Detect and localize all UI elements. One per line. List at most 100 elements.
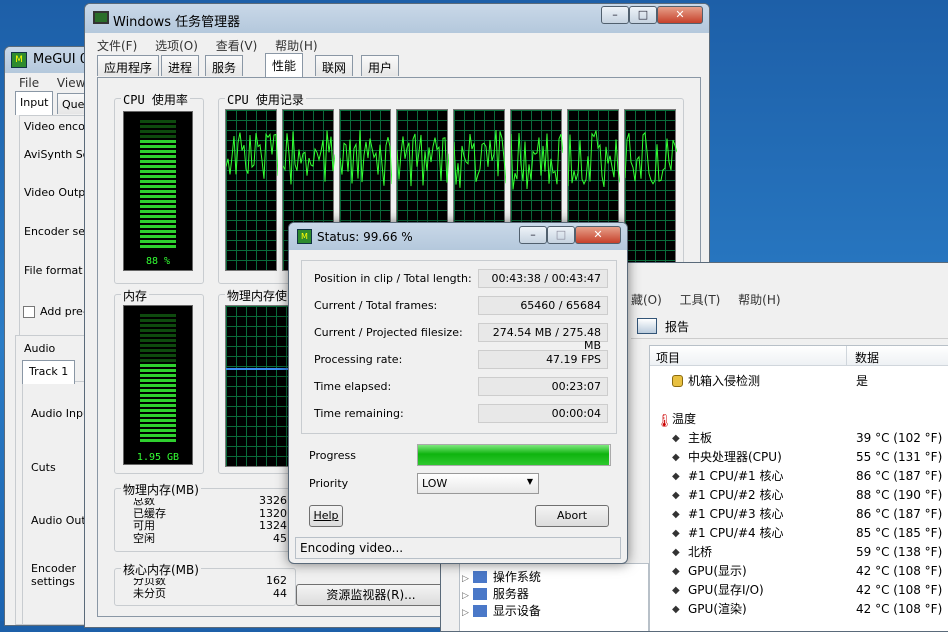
meter-segment	[140, 180, 176, 183]
kernel-memory-title: 核心内存(MB)	[121, 561, 201, 578]
tab-applications[interactable]: 应用程序	[97, 55, 160, 76]
meter-segment	[140, 125, 176, 128]
status-close-button[interactable]: ✕	[575, 226, 621, 244]
sensor-row[interactable]: ◆ 中央处理器(CPU) 55 °C (131 °F)	[650, 448, 948, 467]
cpu-history-label: CPU 使用记录	[225, 91, 306, 108]
sensor-row[interactable]: ◆ #1 CPU/#2 核心 88 °C (190 °F)	[650, 486, 948, 505]
sensor-name: 主板	[688, 431, 713, 445]
sensor-value: 42 °C (108 °F)	[856, 564, 943, 578]
megui-audio-input-label: Audio Inpu	[31, 407, 90, 420]
hw-menu-tools[interactable]: 工具(T)	[680, 293, 721, 307]
column-data-header[interactable]: 数据	[846, 346, 948, 366]
priority-select[interactable]: LOW ▼	[417, 473, 539, 494]
tree-item-label: 服务器	[492, 587, 529, 601]
sensor-row[interactable]: ◆ #1 CPU/#1 核心 86 °C (187 °F)	[650, 467, 948, 486]
monitor-icon	[93, 11, 109, 24]
sensor-row[interactable]: ◆ GPU(显存I/O) 42 °C (108 °F)	[650, 581, 948, 600]
memory-history-label: 物理内存使	[225, 287, 290, 304]
tm-close-button[interactable]: ✕	[657, 6, 703, 24]
resource-monitor-button[interactable]: 资源监视器(R)...	[296, 584, 446, 606]
status-minimize-button[interactable]: –	[519, 226, 547, 244]
tm-menu-options[interactable]: 选项(O)	[155, 39, 198, 53]
megui-add-pre-checkbox[interactable]	[23, 306, 35, 318]
tm-titlebar[interactable]: Windows 任务管理器 – □ ✕	[85, 4, 709, 33]
status-maximize-button[interactable]: □	[547, 226, 575, 244]
tm-minimize-button[interactable]: –	[601, 6, 629, 24]
sensor-row[interactable]: ◆ GPU(渲染) 42 °C (108 °F)	[650, 600, 948, 619]
progress-fill	[418, 445, 610, 465]
sensor-value: 86 °C (187 °F)	[856, 507, 943, 521]
hw-menu-help[interactable]: 帮助(H)	[738, 293, 780, 307]
meter-segment	[140, 185, 176, 188]
meter-segment	[140, 324, 176, 327]
sensor-row[interactable]: ◆ #1 CPU/#4 核心 85 °C (185 °F)	[650, 524, 948, 543]
tm-menu-view[interactable]: 查看(V)	[216, 39, 258, 53]
intrusion-value: 是	[856, 374, 869, 388]
memory-stat-label: 空闲	[133, 531, 155, 545]
meter-segment	[140, 200, 176, 203]
status-field-label: Time remaining:	[314, 407, 404, 420]
sensor-name: #1 CPU/#1 核心	[688, 469, 784, 483]
status-titlebar[interactable]: M Status: 99.66 % – □ ✕	[289, 223, 627, 250]
report-table: 项目 数据 机箱入侵检测 是 🌡 温度 ◆ 主板 39 °C (102 °F) ◆ 中央…	[649, 345, 948, 631]
chip-icon: ◆	[672, 471, 680, 482]
megui-menu-file[interactable]: File	[19, 76, 39, 90]
chip-icon: ◆	[672, 604, 680, 615]
intrusion-name: 机箱入侵检测	[688, 374, 761, 388]
physical-memory-group: 物理内存(MB) 总数 3326 已缓存 1320 可用 1324 空闲 45	[114, 481, 296, 552]
expand-icon: ▷	[462, 591, 469, 601]
chip-icon: ◆	[672, 490, 680, 501]
megui-tab-input[interactable]: Input	[15, 91, 54, 115]
tree-item[interactable]: ▷ 服务器	[462, 585, 529, 602]
megui-video-output-label: Video Outp	[24, 186, 86, 199]
meter-segment	[140, 220, 176, 223]
sensor-row[interactable]: ◆ #1 CPU/#3 核心 86 °C (187 °F)	[650, 505, 948, 524]
sensor-name: 中央处理器(CPU)	[688, 450, 782, 464]
tree-item[interactable]: ▷ 操作系统	[462, 568, 541, 585]
status-dialog: M Status: 99.66 % – □ ✕ Position in clip…	[288, 222, 628, 564]
report-icon[interactable]	[637, 318, 657, 334]
meter-segment	[140, 364, 176, 367]
temperature-header[interactable]: 🌡 温度	[650, 410, 948, 429]
meter-segment	[140, 429, 176, 432]
tab-services[interactable]: 服务	[205, 55, 244, 76]
tm-menu-file[interactable]: 文件(F)	[97, 39, 137, 53]
tm-maximize-button[interactable]: □	[629, 6, 657, 24]
temperature-label: 温度	[672, 412, 697, 426]
tab-performance[interactable]: 性能	[265, 53, 304, 77]
cpu-usage-bar	[140, 120, 176, 250]
tab-networking[interactable]: 联网	[315, 55, 354, 76]
meter-segment	[140, 205, 176, 208]
tm-menu-help[interactable]: 帮助(H)	[275, 39, 317, 53]
sensor-row[interactable]: ◆ 主板 39 °C (102 °F)	[650, 429, 948, 448]
tab-processes[interactable]: 进程	[161, 55, 200, 76]
column-item-header[interactable]: 项目	[656, 349, 680, 366]
sensor-row[interactable]: ◆ GPU(显示) 42 °C (108 °F)	[650, 562, 948, 581]
physical-memory-title: 物理内存(MB)	[121, 481, 201, 498]
tree-item[interactable]: ▷ 显示设备	[462, 602, 541, 619]
expand-icon: ▷	[462, 608, 469, 618]
meter-segment	[140, 240, 176, 243]
meter-segment	[140, 230, 176, 233]
sensor-row[interactable]: ◆ 北桥 59 °C (138 °F)	[650, 543, 948, 562]
intrusion-row[interactable]: 机箱入侵检测 是	[650, 372, 948, 391]
chip-icon: ◆	[672, 547, 680, 558]
meter-segment	[140, 165, 176, 168]
meter-segment	[140, 190, 176, 193]
meter-segment	[140, 160, 176, 163]
sensor-value: 85 °C (185 °F)	[856, 526, 943, 540]
memory-stat-value: 44	[273, 586, 287, 600]
megui-tab-track1[interactable]: Track 1	[22, 360, 76, 384]
chip-icon: ◆	[672, 585, 680, 596]
meter-segment	[140, 334, 176, 337]
tab-users[interactable]: 用户	[361, 55, 400, 76]
memory-stat-row: 可用 1324	[133, 519, 287, 533]
abort-button[interactable]: Abort	[535, 505, 609, 527]
report-button[interactable]: 报告	[665, 318, 689, 335]
sensor-name: #1 CPU/#4 核心	[688, 526, 784, 540]
hw-menu-favorites[interactable]: 藏(O)	[631, 293, 662, 307]
help-button[interactable]: Help	[309, 505, 343, 527]
megui-menu-view[interactable]: View	[57, 76, 85, 90]
status-field-value: 274.54 MB / 275.48 MB	[478, 323, 608, 352]
meter-segment	[140, 135, 176, 138]
